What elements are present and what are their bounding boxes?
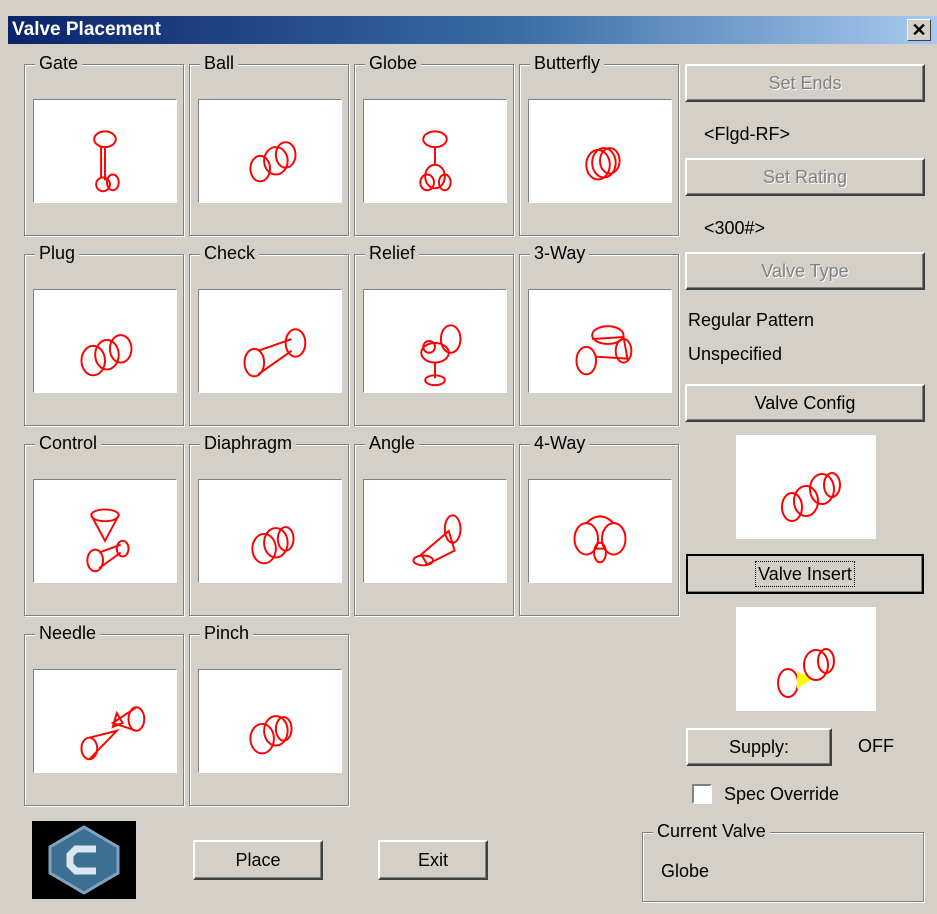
- exit-button[interactable]: Exit: [378, 840, 488, 880]
- 4-way-valve-icon: [528, 479, 672, 583]
- close-button[interactable]: ✕: [907, 19, 931, 41]
- valve-option-label: Plug: [35, 243, 80, 263]
- diaphragm-valve-icon: [198, 479, 342, 583]
- valve-option-label: Pinch: [200, 623, 254, 643]
- valve-option-label: 3-Way: [530, 243, 590, 263]
- pinch-valve-icon: [198, 669, 342, 773]
- valve-option-pinch[interactable]: Pinch: [189, 623, 349, 806]
- current-valve-value: Globe: [661, 861, 710, 881]
- place-button[interactable]: Place: [193, 840, 323, 880]
- needle-valve-icon: [33, 669, 177, 773]
- supply-value: OFF: [858, 736, 894, 756]
- valve-option-3-way[interactable]: 3-Way: [519, 243, 679, 426]
- valve-insert-label: Valve Insert: [755, 561, 855, 587]
- current-valve-group: Current Valve Globe: [642, 821, 924, 902]
- valve-option-control[interactable]: Control: [24, 433, 184, 616]
- current-valve-legend: Current Valve: [653, 821, 770, 842]
- angle-valve-icon: [363, 479, 507, 583]
- valve-option-label: Relief: [365, 243, 420, 263]
- control-valve-icon: [33, 479, 177, 583]
- valve-option-label: Angle: [365, 433, 420, 453]
- valve-option-angle[interactable]: Angle: [354, 433, 514, 616]
- gate-valve-icon: [33, 99, 177, 203]
- valve-config-button[interactable]: Valve Config: [685, 384, 925, 422]
- butterfly-valve-icon: [528, 99, 672, 203]
- valve-placement-dialog: Gate Ball Globe Butterfly Plug Check Rel…: [8, 44, 937, 914]
- spec-override-label: Spec Override: [724, 784, 840, 804]
- app-logo: [32, 821, 136, 899]
- valve-option-relief[interactable]: Relief: [354, 243, 514, 426]
- valve-type-button[interactable]: Valve Type: [685, 252, 925, 290]
- supply-button[interactable]: Supply:: [686, 728, 832, 766]
- valve-option-label: Needle: [35, 623, 101, 643]
- set-rating-button[interactable]: Set Rating: [685, 158, 925, 196]
- valve-option-4-way[interactable]: 4-Way: [519, 433, 679, 616]
- spec-override-checkbox[interactable]: [692, 784, 712, 804]
- valve-option-gate[interactable]: Gate: [24, 53, 184, 236]
- valve-config-preview: [736, 435, 876, 539]
- valve-option-globe[interactable]: Globe: [354, 53, 514, 236]
- valve-option-diaphragm[interactable]: Diaphragm: [189, 433, 349, 616]
- valve-option-label: Ball: [200, 53, 239, 73]
- valve-type-spec: Unspecified: [688, 344, 783, 364]
- valve-insert-button[interactable]: Valve Insert: [686, 554, 924, 594]
- rating-value: <300#>: [704, 218, 766, 238]
- 3-way-valve-icon: [528, 289, 672, 393]
- globe-valve-icon: [363, 99, 507, 203]
- valve-type-pattern: Regular Pattern: [688, 310, 815, 330]
- valve-option-needle[interactable]: Needle: [24, 623, 184, 806]
- valve-option-check[interactable]: Check: [189, 243, 349, 426]
- valve-option-label: Diaphragm: [200, 433, 297, 453]
- valve-option-plug[interactable]: Plug: [24, 243, 184, 426]
- ends-value: <Flgd-RF>: [704, 124, 791, 144]
- valve-option-label: Butterfly: [530, 53, 605, 73]
- valve-option-label: Globe: [365, 53, 422, 73]
- ball-valve-icon: [198, 99, 342, 203]
- plug-valve-icon: [33, 289, 177, 393]
- relief-valve-icon: [363, 289, 507, 393]
- valve-option-label: Gate: [35, 53, 83, 73]
- valve-option-label: Check: [200, 243, 260, 263]
- valve-option-butterfly[interactable]: Butterfly: [519, 53, 679, 236]
- valve-insert-preview: [736, 607, 876, 711]
- valve-option-label: Control: [35, 433, 102, 453]
- set-ends-button[interactable]: Set Ends: [685, 64, 925, 102]
- title-bar: Valve Placement ✕: [8, 16, 937, 44]
- valve-option-ball[interactable]: Ball: [189, 53, 349, 236]
- window-title: Valve Placement: [12, 19, 161, 40]
- valve-option-label: 4-Way: [530, 433, 590, 453]
- check-valve-icon: [198, 289, 342, 393]
